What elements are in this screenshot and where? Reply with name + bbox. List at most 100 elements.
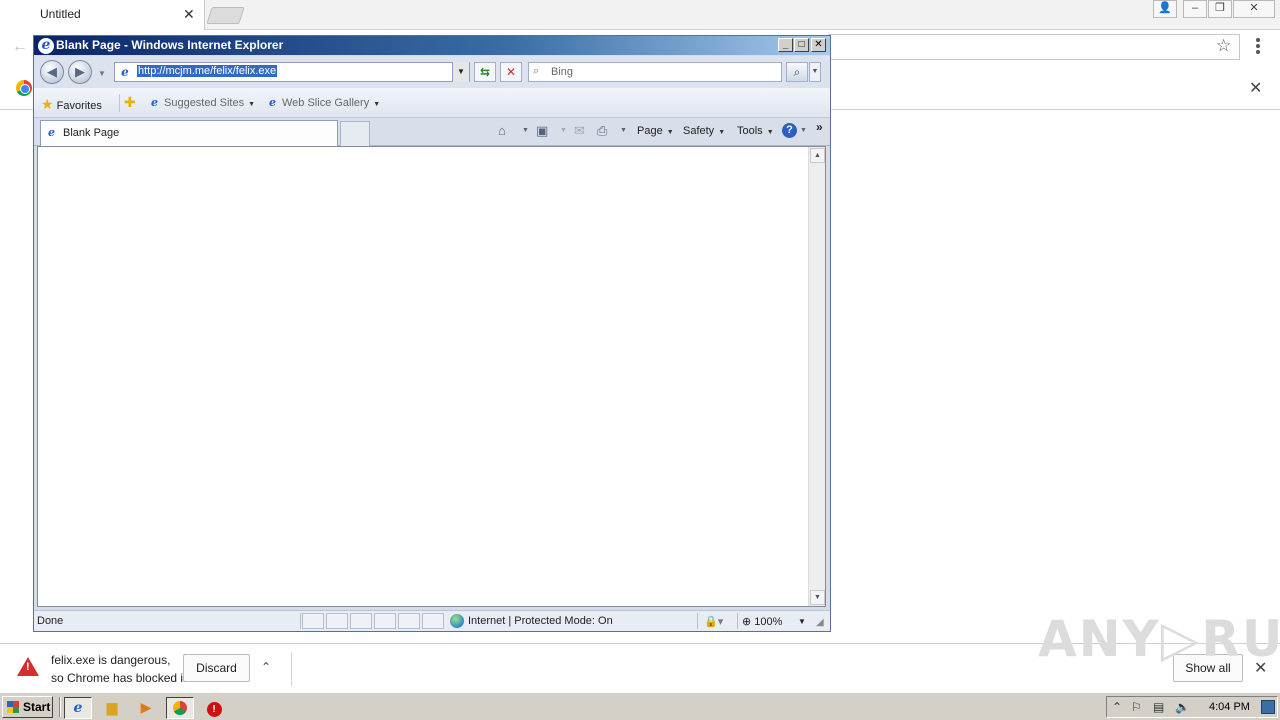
ie-taskbar-icon[interactable]: e: [64, 697, 92, 719]
new-tab-button[interactable]: [206, 7, 245, 24]
ie-page-icon: e: [48, 126, 55, 139]
chrome-omnibox[interactable]: [828, 34, 1240, 60]
windows-flag-icon: [7, 701, 19, 713]
favorites-separator: [119, 94, 120, 112]
ie-vertical-scrollbar[interactable]: ▲ ▼: [808, 147, 825, 606]
scroll-up-icon[interactable]: ▲: [810, 148, 825, 163]
ie-search-options-icon[interactable]: ▼: [809, 62, 821, 82]
back-arrow-icon[interactable]: ←: [12, 38, 28, 56]
search-icon: ⌕: [533, 65, 540, 77]
ie-new-tab-button[interactable]: [340, 121, 370, 146]
suggested-sites-link[interactable]: e Suggested Sites ▼: [148, 96, 255, 109]
chevron-down-icon: ▼: [248, 101, 256, 108]
ie-refresh-button[interactable]: ⇆: [474, 62, 496, 82]
add-to-favorites-bar-icon[interactable]: ✚: [124, 94, 136, 111]
status-cell: [326, 613, 348, 629]
ie-window: e Blank Page - Windows Internet Explorer…: [33, 35, 831, 632]
download-warning-line2: so Chrome has blocked it.: [51, 671, 190, 685]
menu-dots-icon[interactable]: [1256, 38, 1260, 56]
security-zone-text[interactable]: Internet | Protected Mode: On: [468, 615, 613, 627]
watermark-logo: ANY▷RUN: [1038, 610, 1280, 668]
page-menu[interactable]: Page ▼: [637, 125, 674, 137]
chevron-down-icon: ▼: [373, 101, 381, 108]
zoom-control[interactable]: ⊕ 100%: [742, 615, 782, 628]
feeds-icon[interactable]: ▣: [536, 123, 548, 139]
chrome-taskbar-icon[interactable]: [166, 697, 194, 719]
chevron-down-icon: ▼: [666, 129, 674, 136]
profile-icon[interactable]: 👤: [1153, 0, 1177, 18]
ie-address-dropdown-icon[interactable]: ▼: [452, 62, 469, 82]
status-text: Done: [37, 615, 64, 627]
web-slice-gallery-link[interactable]: e Web Slice Gallery ▼: [266, 96, 380, 109]
chevron-down-icon[interactable]: ▼: [800, 127, 807, 134]
ie-page-content[interactable]: ▲ ▼: [37, 146, 826, 607]
safety-menu-label: Safety: [683, 125, 715, 137]
window-close-icon[interactable]: ✕: [1233, 0, 1275, 18]
ie-close-button[interactable]: ✕: [811, 38, 826, 52]
ie-titlebar[interactable]: e Blank Page - Windows Internet Explorer…: [34, 36, 830, 55]
print-icon[interactable]: ⎙: [597, 123, 607, 139]
chevron-down-icon: ▼: [718, 129, 726, 136]
discard-button[interactable]: Discard: [183, 654, 250, 682]
clock[interactable]: 4:04 PM: [1209, 701, 1250, 713]
bookmark-star-icon[interactable]: ☆: [1216, 36, 1231, 56]
ie-tab-row: e Blank Page ⌂ ▼ ▣ ▼ ✉ ⎙ ▼ Page ▼ Safety ▼…: [34, 118, 830, 146]
chevron-down-icon[interactable]: ▼: [620, 127, 627, 134]
tools-menu[interactable]: Tools ▼: [737, 125, 774, 137]
ie-tab-blank-page[interactable]: e Blank Page: [40, 120, 338, 146]
ie-logo-icon: e: [38, 38, 54, 54]
warning-exclamation: !: [26, 661, 30, 673]
chrome-tab[interactable]: Untitled ✕: [0, 0, 205, 30]
favorites-button[interactable]: ★ Favorites: [41, 96, 102, 113]
show-hidden-icons-icon[interactable]: ⌃: [1112, 700, 1122, 714]
ie-recent-pages-dropdown-icon[interactable]: ▼: [98, 69, 106, 78]
start-button[interactable]: Start: [2, 696, 53, 718]
volume-icon[interactable]: 🔈: [1175, 700, 1190, 714]
ie-address-text[interactable]: http://mcjm.me/felix/felix.exe: [137, 65, 278, 77]
chevron-up-icon[interactable]: ⌃: [261, 660, 271, 674]
chrome-titlebar: Untitled ✕ 👤 – ❐ ✕: [0, 0, 1280, 30]
ie-address-bar[interactable]: e http://mcjm.me/felix/felix.exe: [114, 62, 470, 82]
safety-menu[interactable]: Safety ▼: [683, 125, 725, 137]
action-center-flag-icon[interactable]: ⚐: [1131, 700, 1142, 714]
scroll-down-icon[interactable]: ▼: [810, 590, 825, 605]
help-icon[interactable]: ?: [782, 123, 797, 138]
resize-grip-icon[interactable]: ◢: [816, 617, 824, 628]
infobar-close-icon[interactable]: ✕: [1249, 78, 1262, 98]
ie-back-button[interactable]: ◀: [40, 60, 64, 84]
explorer-folder-icon[interactable]: ▆: [98, 697, 126, 719]
home-icon[interactable]: ⌂: [498, 123, 506, 138]
restore-icon[interactable]: ❐: [1208, 0, 1232, 18]
ie-maximize-button[interactable]: □: [794, 38, 809, 52]
chevron-down-icon[interactable]: ▼: [560, 127, 567, 134]
ie-window-title: Blank Page - Windows Internet Explorer: [56, 38, 284, 52]
close-icon[interactable]: ✕: [183, 6, 195, 23]
network-icon[interactable]: ▤: [1153, 700, 1164, 714]
ie-search-placeholder: Bing: [551, 66, 574, 78]
show-desktop-button[interactable]: [1261, 700, 1275, 714]
ie-forward-button[interactable]: ▶: [68, 60, 92, 84]
status-cell: [350, 613, 372, 629]
ie-favorites-bar: ★ Favorites ✚ e Suggested Sites ▼ e Web Sli…: [34, 88, 830, 118]
status-divider: [737, 613, 738, 629]
chevron-down-icon[interactable]: ▼: [522, 127, 529, 134]
mail-icon[interactable]: ✉: [574, 123, 585, 139]
minimize-icon[interactable]: –: [1183, 0, 1207, 18]
more-commands-icon[interactable]: »: [816, 120, 823, 134]
chevron-down-icon: ▼: [766, 129, 774, 136]
ie-search-button[interactable]: ⌕: [786, 62, 808, 82]
antivirus-icon[interactable]: !: [200, 697, 228, 719]
download-warning-line1: felix.exe is dangerous,: [51, 653, 171, 667]
media-player-icon[interactable]: ▶: [132, 697, 160, 719]
protected-mode-lock-icon[interactable]: 🔒▾: [704, 615, 723, 628]
chrome-logo-icon: [16, 80, 32, 96]
ie-page-icon: e: [269, 96, 276, 109]
ie-search-box[interactable]: ⌕ Bing: [528, 62, 782, 82]
ie-stop-button[interactable]: ✕: [500, 62, 522, 82]
ie-tab-label: Blank Page: [63, 127, 120, 139]
chrome-tab-title: Untitled: [40, 7, 81, 21]
ie-page-icon: e: [151, 96, 158, 109]
chevron-down-icon[interactable]: ▼: [798, 617, 806, 626]
system-tray: ⌃ ⚐ ▤ 🔈 4:04 PM: [1106, 696, 1278, 718]
ie-minimize-button[interactable]: _: [778, 38, 793, 52]
